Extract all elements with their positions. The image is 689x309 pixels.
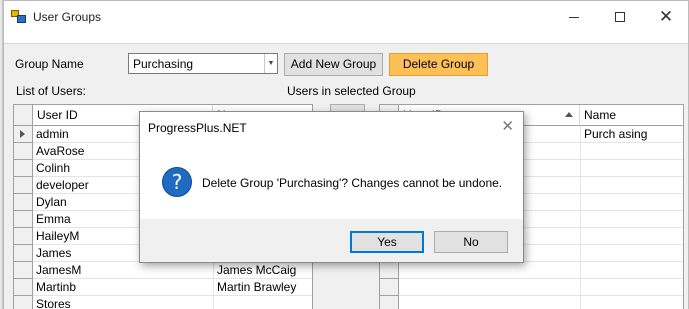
maximize-button[interactable] bbox=[597, 1, 643, 33]
table-row[interactable]: Stores bbox=[33, 296, 312, 309]
grid-corner-header bbox=[14, 105, 33, 126]
group-name-value: Purchasing bbox=[133, 57, 194, 71]
dialog-close-icon[interactable]: ✕ bbox=[501, 117, 514, 135]
row-header[interactable] bbox=[14, 279, 33, 296]
users-in-group-label: Users in selected Group bbox=[287, 84, 416, 98]
dialog-title: ProgressPlus.NET bbox=[148, 121, 247, 135]
row-header[interactable] bbox=[14, 211, 33, 228]
group-name-label: Group Name bbox=[15, 57, 84, 71]
maximize-icon bbox=[615, 12, 625, 22]
table-row bbox=[399, 279, 683, 296]
table-row bbox=[399, 296, 683, 309]
delete-group-button[interactable]: Delete Group bbox=[389, 53, 488, 76]
cell-name[interactable]: Martin Brawley bbox=[214, 279, 312, 296]
cell-name[interactable]: Purch asing bbox=[581, 126, 683, 143]
table-row[interactable]: JamesM James McCaig bbox=[33, 262, 312, 279]
row-header[interactable] bbox=[14, 296, 33, 309]
row-header[interactable] bbox=[380, 262, 399, 279]
chevron-down-icon[interactable]: ▼ bbox=[264, 54, 277, 73]
row-header[interactable] bbox=[14, 177, 33, 194]
close-button[interactable]: ✕ bbox=[643, 1, 689, 33]
table-row bbox=[399, 262, 683, 279]
window-title: User Groups bbox=[33, 10, 102, 24]
dialog-button-bar: Yes No bbox=[140, 219, 523, 262]
screen: User Groups ✕ Group Name Purchasing ▼ Ad… bbox=[0, 0, 689, 309]
row-header[interactable] bbox=[380, 279, 399, 296]
title-bar: User Groups ✕ bbox=[4, 1, 688, 33]
cell-name[interactable]: James McCaig bbox=[214, 262, 312, 279]
add-new-group-button[interactable]: Add New Group bbox=[284, 53, 383, 76]
sort-ascending-icon bbox=[565, 112, 573, 117]
yes-button[interactable]: Yes bbox=[350, 231, 424, 253]
minimize-button[interactable] bbox=[551, 1, 597, 33]
column-header-name[interactable]: Name bbox=[580, 105, 683, 126]
row-header[interactable] bbox=[14, 228, 33, 245]
minimize-icon bbox=[569, 17, 579, 18]
row-header[interactable] bbox=[14, 262, 33, 279]
row-header[interactable] bbox=[14, 143, 33, 160]
group-name-combobox[interactable]: Purchasing ▼ bbox=[128, 53, 278, 74]
confirm-delete-dialog: ProgressPlus.NET ✕ ? Delete Group 'Purch… bbox=[139, 111, 524, 263]
row-header[interactable] bbox=[14, 245, 33, 262]
app-icon bbox=[11, 10, 26, 23]
question-icon: ? bbox=[162, 167, 192, 197]
cell-user-id[interactable]: Martinb bbox=[33, 279, 213, 296]
cell-name[interactable] bbox=[214, 296, 312, 309]
list-of-users-label: List of Users: bbox=[16, 84, 87, 98]
cell-user-id[interactable]: Stores bbox=[33, 296, 213, 309]
table-row[interactable]: Martinb Martin Brawley bbox=[33, 279, 312, 296]
row-header[interactable] bbox=[380, 296, 399, 309]
row-header[interactable] bbox=[14, 160, 33, 177]
close-icon: ✕ bbox=[658, 7, 674, 27]
dialog-message: Delete Group 'Purchasing'? Changes canno… bbox=[202, 176, 503, 190]
current-row-arrow-icon bbox=[20, 130, 25, 138]
cell-user-id[interactable]: JamesM bbox=[33, 262, 213, 279]
no-button[interactable]: No bbox=[434, 231, 508, 253]
row-header[interactable] bbox=[14, 126, 33, 143]
row-header[interactable] bbox=[14, 194, 33, 211]
